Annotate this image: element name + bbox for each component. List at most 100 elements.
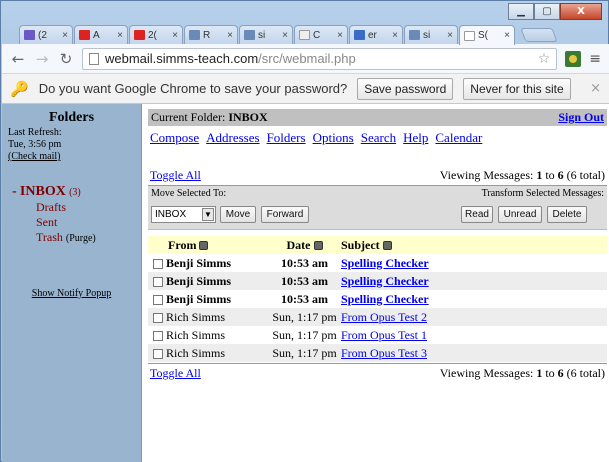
nav-folders[interactable]: Folders: [267, 130, 306, 146]
window-controls: ▁ ▢ X: [508, 3, 602, 20]
nav-addresses[interactable]: Addresses: [206, 130, 259, 146]
col-date[interactable]: Date: [287, 238, 311, 252]
close-tab-icon[interactable]: ×: [282, 30, 288, 41]
table-row[interactable]: Benji Simms 10:53 am Spelling Checker: [148, 290, 607, 308]
forward-button[interactable]: Forward: [261, 206, 309, 223]
table-row[interactable]: Benji Simms 10:53 am Spelling Checker: [148, 254, 607, 272]
toggle-all-link-bottom[interactable]: Toggle All: [150, 366, 201, 381]
purge-link[interactable]: (Purge): [66, 233, 96, 244]
browser-tab[interactable]: si ×: [404, 25, 458, 44]
folder-inbox[interactable]: - INBOX (3): [12, 183, 137, 200]
infobar-close-icon[interactable]: ×: [590, 81, 601, 96]
folder-drafts[interactable]: Drafts: [12, 200, 137, 215]
save-password-button[interactable]: Save password: [357, 77, 454, 100]
nav-calendar[interactable]: Calendar: [435, 130, 482, 146]
browser-tab[interactable]: (2 ×: [19, 25, 73, 44]
row-subject-link[interactable]: Spelling Checker: [341, 292, 429, 306]
trash-label[interactable]: Trash: [36, 230, 63, 244]
viewing-from: 1: [536, 168, 543, 182]
toggle-all-link[interactable]: Toggle All: [150, 168, 201, 183]
nav-help[interactable]: Help: [403, 130, 428, 146]
row-checkbox[interactable]: [153, 330, 163, 341]
table-header-row: From Date Subject: [148, 236, 607, 254]
tab-favicon-icon: [299, 30, 310, 40]
unread-button[interactable]: Unread: [498, 206, 542, 223]
browser-tab-active[interactable]: S( ×: [459, 25, 515, 45]
minimize-button[interactable]: ▁: [508, 3, 534, 20]
browser-tab[interactable]: A ×: [74, 25, 128, 44]
current-folder-label: Current Folder:: [151, 110, 226, 124]
folder-trash[interactable]: Trash (Purge): [12, 230, 137, 246]
col-from[interactable]: From: [168, 238, 196, 252]
close-window-button[interactable]: X: [560, 3, 602, 20]
back-arrow-icon[interactable]: ←: [10, 50, 26, 68]
table-row[interactable]: Rich Simms Sun, 1:17 pm From Opus Test 2: [148, 308, 607, 326]
viewing-from: 1: [536, 366, 543, 380]
sort-icon[interactable]: [382, 241, 392, 251]
extension-icon[interactable]: [565, 50, 582, 67]
browser-tab[interactable]: si ×: [239, 25, 293, 44]
row-subject-link[interactable]: From Opus Test 2: [341, 310, 427, 324]
browser-tab[interactable]: R ×: [184, 25, 238, 44]
tab-title: R: [203, 29, 211, 41]
row-subject-link[interactable]: From Opus Test 1: [341, 328, 427, 342]
menu-icon[interactable]: ≡: [589, 51, 601, 67]
close-tab-icon[interactable]: ×: [62, 30, 68, 41]
dropdown-arrow-icon[interactable]: ▼: [202, 208, 214, 221]
browser-tab[interactable]: 2( ×: [129, 25, 183, 44]
close-tab-icon[interactable]: ×: [172, 30, 178, 41]
browser-tab[interactable]: er ×: [349, 25, 403, 44]
inbox-label[interactable]: INBOX: [20, 184, 66, 199]
close-tab-icon[interactable]: ×: [392, 30, 398, 41]
message-table: From Date Subject Benji Simms 10:53 am S…: [148, 236, 607, 362]
nav-compose[interactable]: Compose: [150, 130, 199, 146]
never-save-button[interactable]: Never for this site: [463, 77, 571, 100]
row-checkbox[interactable]: [153, 294, 163, 305]
sort-icon[interactable]: [199, 241, 209, 251]
row-date: Sun, 1:17 pm: [272, 327, 337, 342]
table-row[interactable]: Rich Simms Sun, 1:17 pm From Opus Test 1: [148, 326, 607, 344]
row-checkbox[interactable]: [153, 276, 163, 287]
viewing-label: Viewing Messages:: [439, 168, 534, 182]
row-subject-link[interactable]: Spelling Checker: [341, 274, 429, 288]
page-content: Folders Last Refresh: Tue, 3:56 pm (Chec…: [2, 104, 609, 462]
row-checkbox[interactable]: [153, 258, 163, 269]
row-checkbox[interactable]: [153, 348, 163, 359]
move-button[interactable]: Move: [220, 206, 256, 223]
row-from: Benji Simms: [166, 291, 232, 306]
delete-button[interactable]: Delete: [547, 206, 587, 223]
sort-icon[interactable]: [313, 241, 323, 251]
close-tab-icon[interactable]: ×: [337, 30, 343, 41]
key-icon: 🔑: [10, 79, 29, 98]
bookmark-star-icon[interactable]: ☆: [538, 51, 551, 67]
sign-out-link[interactable]: Sign Out: [558, 110, 604, 125]
new-tab-button[interactable]: [520, 28, 558, 42]
forward-arrow-icon[interactable]: →: [34, 50, 50, 68]
maximize-button[interactable]: ▢: [534, 3, 560, 20]
move-folder-select[interactable]: INBOX ▼: [151, 206, 216, 223]
address-bar[interactable]: webmail.simms-teach.com/src/webmail.php …: [82, 47, 558, 70]
table-row[interactable]: Benji Simms 10:53 am Spelling Checker: [148, 272, 607, 290]
reload-icon[interactable]: ↻: [58, 50, 74, 68]
row-subject-link[interactable]: From Opus Test 3: [341, 346, 427, 360]
viewing-to-word: to: [545, 366, 555, 380]
folder-sent[interactable]: Sent: [12, 215, 137, 230]
close-tab-icon[interactable]: ×: [504, 30, 510, 41]
row-checkbox[interactable]: [153, 312, 163, 323]
close-tab-icon[interactable]: ×: [117, 30, 123, 41]
close-tab-icon[interactable]: ×: [227, 30, 233, 41]
close-tab-icon[interactable]: ×: [447, 30, 453, 41]
show-notify-popup-link[interactable]: Show Notify Popup: [6, 288, 137, 299]
viewing-to-word: to: [545, 168, 555, 182]
table-row[interactable]: Rich Simms Sun, 1:17 pm From Opus Test 3: [148, 344, 607, 362]
read-button[interactable]: Read: [461, 206, 493, 223]
tab-favicon-icon: [354, 30, 365, 40]
browser-tab[interactable]: C ×: [294, 25, 348, 44]
tab-favicon-icon: [24, 30, 35, 40]
row-subject-link[interactable]: Spelling Checker: [341, 256, 429, 270]
nav-options[interactable]: Options: [313, 130, 354, 146]
nav-search[interactable]: Search: [361, 130, 396, 146]
check-mail-link[interactable]: (Check mail): [8, 151, 60, 162]
row-from: Benji Simms: [166, 255, 232, 270]
col-subject[interactable]: Subject: [341, 238, 380, 252]
